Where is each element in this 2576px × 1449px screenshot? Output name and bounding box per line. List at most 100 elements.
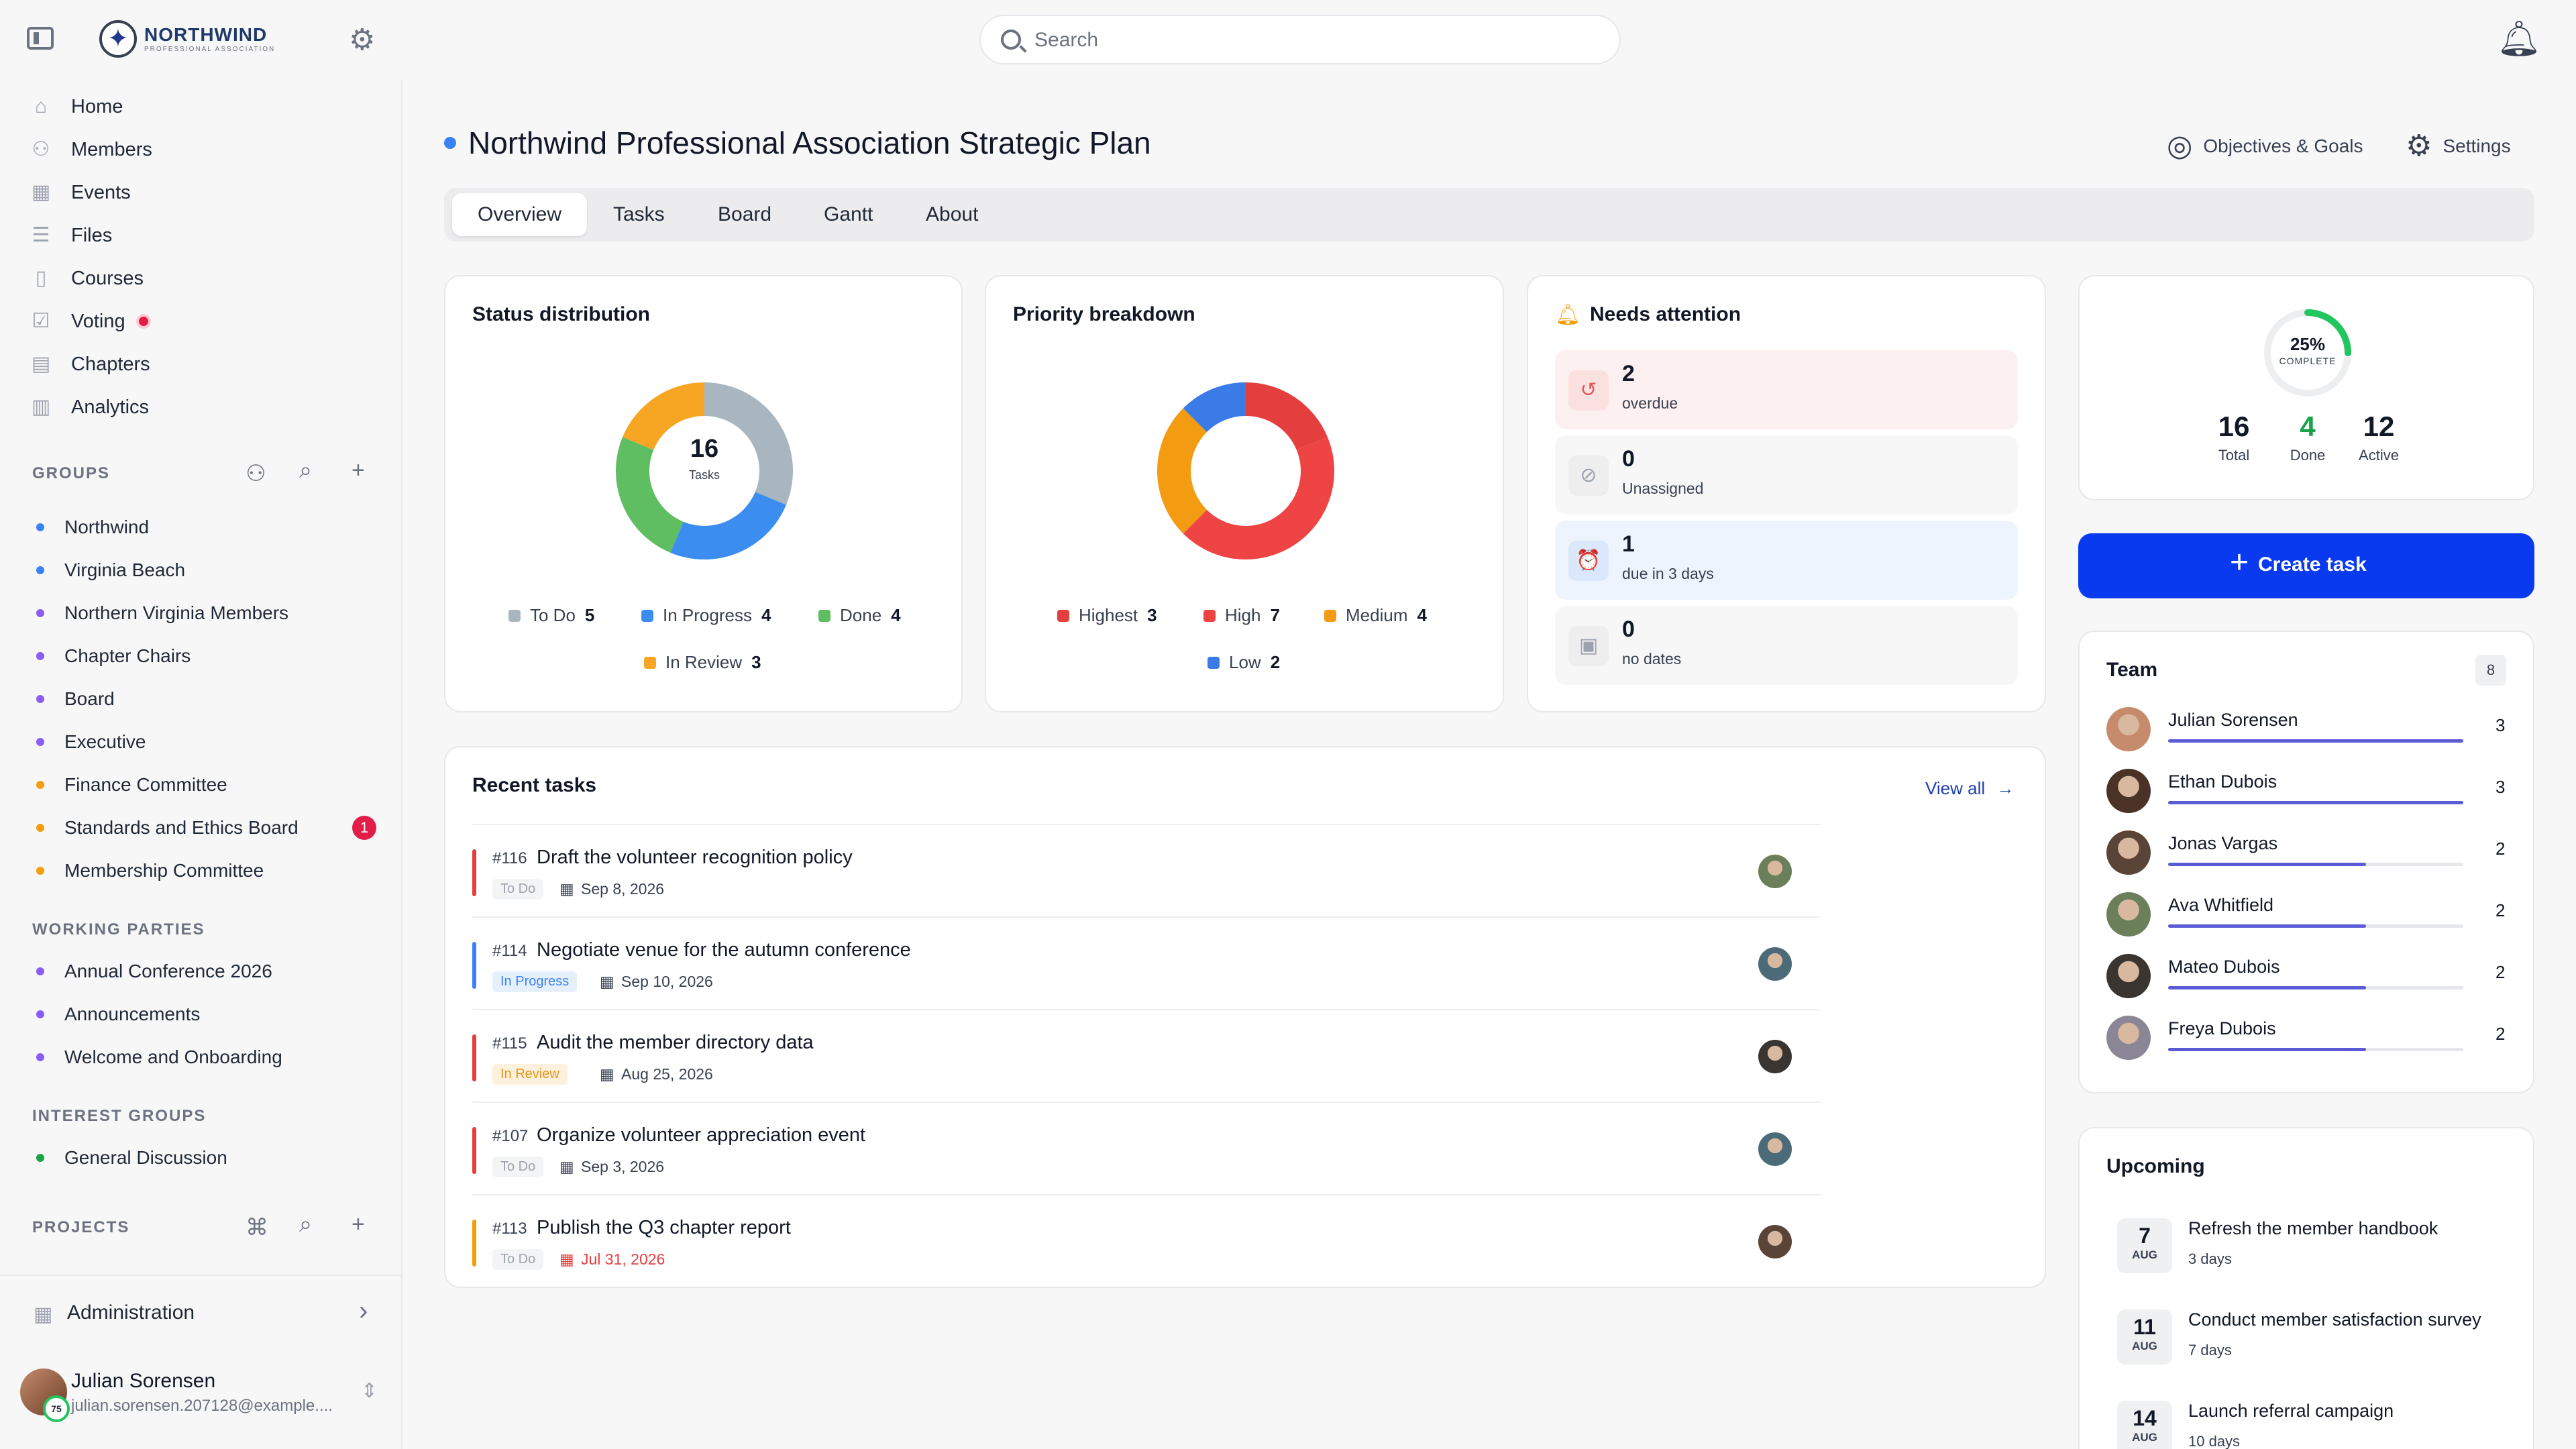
priority-slice-highest[interactable] <box>1246 382 1328 450</box>
working_parties-item[interactable]: Announcements <box>36 1000 200 1029</box>
groups-search-icon[interactable]: ⌕ <box>299 458 312 484</box>
brand-name: NORTHWIND <box>144 24 268 45</box>
groups-item[interactable]: Finance Committee <box>36 770 227 800</box>
groups-add-icon[interactable]: + <box>352 458 365 484</box>
groups-item[interactable]: Membership Committee <box>36 856 264 885</box>
sidebar-item-analytics[interactable]: ▥ Analytics <box>30 390 149 424</box>
team-member-row[interactable]: Julian Sorensen 3 <box>2106 707 2509 761</box>
legend-label: Medium <box>1346 605 1408 625</box>
team-member-row[interactable]: Mateo Dubois 2 <box>2106 954 2509 1008</box>
objectives-goals-button[interactable]: ◎ Objectives & Goals <box>2167 129 2363 163</box>
upcoming-item[interactable]: 11 AUG Conduct member satisfaction survey 7… <box>2117 1309 2533 1377</box>
groups-item[interactable]: Executive <box>36 727 146 757</box>
northwind-logo-icon[interactable] <box>99 20 137 58</box>
team-member-row[interactable]: Freya Dubois 2 <box>2106 1016 2509 1069</box>
task-row[interactable]: #116 Draft the volunteer recognition poli… <box>472 824 1821 916</box>
attention-row-no-dates[interactable]: ▣ 0 no dates <box>1555 606 2018 685</box>
groups-members-icon[interactable]: ⚇ <box>246 460 266 487</box>
groups-item[interactable]: Virginia Beach <box>36 555 185 585</box>
sidebar-item-courses[interactable]: ▯ Courses <box>30 262 144 295</box>
task-due-date: Aug 25, 2026 <box>621 1065 713 1083</box>
tab-board[interactable]: Board <box>692 193 797 236</box>
task-row[interactable]: #107 Organize volunteer appreciation even… <box>472 1102 1821 1194</box>
create-task-button[interactable]: + Create task <box>2078 533 2534 598</box>
groups-item[interactable]: Board <box>36 684 115 714</box>
attention-label: overdue <box>1622 394 1678 412</box>
status-distribution-title: Status distribution <box>472 303 650 325</box>
member-name: Julian Sorensen <box>2168 710 2298 730</box>
legend-value: 4 <box>1417 605 1427 625</box>
legend-label: Highest <box>1079 605 1138 625</box>
status-slice-in-progress[interactable] <box>670 492 786 559</box>
groups-label: Standards and Ethics Board <box>64 817 299 838</box>
team-member-row[interactable]: Jonas Vargas 2 <box>2106 830 2509 884</box>
user-profile[interactable]: 75 Julian Sorensen julian.sorensen.20712… <box>0 1355 401 1449</box>
status-legend-item: Done 4 <box>818 605 901 626</box>
tab-gantt[interactable]: Gantt <box>798 193 898 236</box>
priority-slice-high[interactable] <box>1183 437 1334 559</box>
attention-value: 2 <box>1622 361 1635 386</box>
working_parties-item[interactable]: Welcome and Onboarding <box>36 1042 282 1072</box>
upcoming-title: Launch referral campaign <box>2188 1401 2394 1421</box>
notifications-bell-icon[interactable]: 🔔︎ <box>2497 21 2541 56</box>
tab-about[interactable]: About <box>900 193 1004 236</box>
upcoming-month: AUG <box>2132 1340 2157 1352</box>
workspace-settings-gear-icon[interactable]: ⚙ <box>349 25 375 55</box>
task-row[interactable]: #113 Publish the Q3 chapter report To Do ▦ J… <box>472 1194 1821 1287</box>
settings-button[interactable]: ⚙ Settings <box>2406 129 2511 163</box>
upcoming-item[interactable]: 7 AUG Refresh the member handbook 3 days <box>2117 1218 2533 1285</box>
team-member-row[interactable]: Ava Whitfield 2 <box>2106 892 2509 946</box>
search-input[interactable] <box>1034 25 1598 55</box>
legend-value: 4 <box>891 605 901 625</box>
working_parties-item[interactable]: Annual Conference 2026 <box>36 957 272 986</box>
upcoming-item[interactable]: 14 AUG Launch referral campaign 10 days <box>2117 1401 2533 1449</box>
sidebar: ⌂ Home ⚇ Members ▦ Events ☰ Files ▯ Courses ☑ Votin… <box>0 80 402 1449</box>
member-workload-fill <box>2168 924 2366 928</box>
task-assignee-avatar[interactable] <box>1758 1040 1792 1073</box>
sidebar-item-chapters[interactable]: ▤ Chapters <box>30 347 150 381</box>
global-search[interactable] <box>979 15 1621 64</box>
projects-structure-icon[interactable]: ⌘ <box>246 1214 268 1241</box>
tab-tasks[interactable]: Tasks <box>588 193 690 236</box>
sidebar-item-members[interactable]: ⚇ Members <box>30 133 152 166</box>
attention-row-due-in-3-days[interactable]: ⏰ 1 due in 3 days <box>1555 521 2018 600</box>
task-row[interactable]: #114 Negotiate venue for the autumn confe… <box>472 916 1821 1009</box>
sidebar-item-files[interactable]: ☰ Files <box>30 219 113 252</box>
upcoming-month: AUG <box>2132 1431 2157 1444</box>
task-priority-bar <box>472 1034 476 1081</box>
legend-label: Low <box>1229 652 1261 672</box>
groups-item[interactable]: Northwind <box>36 513 149 542</box>
top-bar: NORTHWIND PROFESSIONAL ASSOCIATION ⚙ 🔔︎ <box>0 0 2576 80</box>
administration-link[interactable]: ▦ Administration › <box>0 1275 401 1355</box>
team-member-row[interactable]: Ethan Dubois 3 <box>2106 769 2509 822</box>
section-interest-groups-heading: INTEREST GROUPS <box>32 1107 207 1125</box>
task-assignee-avatar[interactable] <box>1758 1132 1792 1166</box>
user-name: Julian Sorensen <box>71 1370 216 1392</box>
projects-add-icon[interactable]: + <box>352 1212 365 1238</box>
member-name: Ethan Dubois <box>2168 771 2277 792</box>
calendar-icon: ▦ <box>31 181 51 203</box>
priority-slice-medium[interactable] <box>1157 408 1208 534</box>
task-row[interactable]: #115 Audit the member directory data In Re… <box>472 1009 1821 1102</box>
projects-search-icon[interactable]: ⌕ <box>299 1212 312 1238</box>
groups-item[interactable]: Chapter Chairs <box>36 641 191 671</box>
sidebar-item-events[interactable]: ▦ Events <box>30 176 131 209</box>
tab-overview[interactable]: Overview <box>452 193 588 236</box>
task-assignee-avatar[interactable] <box>1758 855 1792 888</box>
sidebar-item-home[interactable]: ⌂ Home <box>30 90 123 123</box>
task-assignee-avatar[interactable] <box>1758 1225 1792 1258</box>
member-avatar <box>2106 954 2151 998</box>
attention-row-unassigned[interactable]: ⊘ 0 Unassigned <box>1555 435 2018 515</box>
priority-legend-item: Highest 3 <box>1057 605 1157 626</box>
sidebar-item-voting[interactable]: ☑ Voting <box>30 305 151 338</box>
groups-label: Board <box>64 688 115 709</box>
groups-item[interactable]: Northern Virginia Members <box>36 598 288 628</box>
attention-row-overdue[interactable]: ↺ 2 overdue <box>1555 350 2018 429</box>
interest_groups-item[interactable]: General Discussion <box>36 1143 227 1173</box>
groups-item[interactable]: Standards and Ethics Board <box>36 813 299 843</box>
upcoming-countdown: 7 days <box>2188 1342 2232 1358</box>
sidebar-toggle-icon[interactable] <box>27 27 54 50</box>
task-assignee-avatar[interactable] <box>1758 947 1792 981</box>
view-all-link[interactable]: View all → <box>1925 778 2014 799</box>
unread-badge: 1 <box>352 816 376 840</box>
